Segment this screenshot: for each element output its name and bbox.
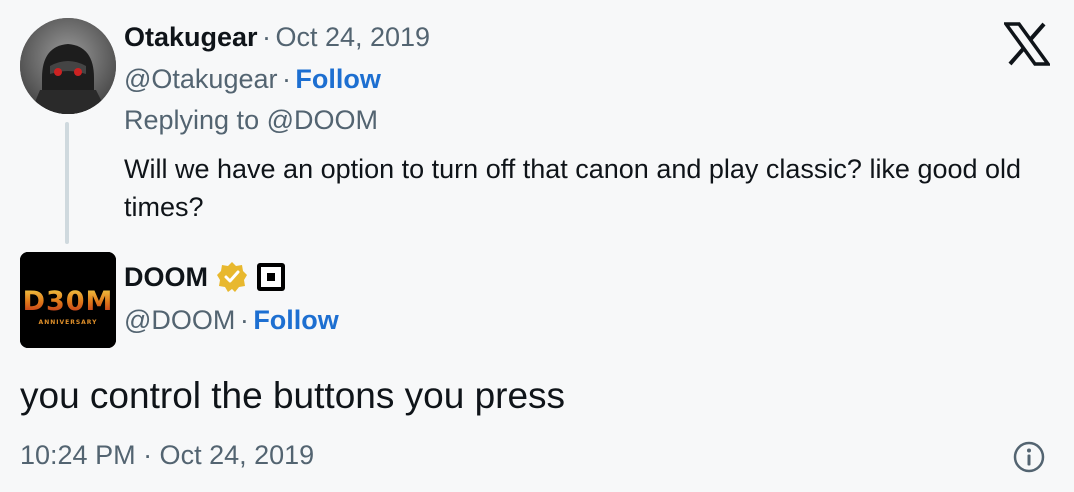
info-icon[interactable] <box>1012 440 1046 474</box>
doom-avatar-subtext: ANNIVERSARY <box>39 319 98 326</box>
parent-handle[interactable]: @Otakugear <box>124 64 277 94</box>
doom-avatar[interactable]: D30M ANNIVERSARY <box>20 252 116 348</box>
reply-header: DOOM <box>124 261 286 293</box>
parent-date[interactable]: Oct 24, 2019 <box>275 22 430 52</box>
reply-author-name[interactable]: DOOM <box>124 262 208 293</box>
separator-dot: · <box>281 64 291 94</box>
affiliate-square-icon[interactable] <box>256 262 286 292</box>
reply-tweet-text: you control the buttons you press <box>20 375 566 416</box>
follow-doom-button[interactable]: Follow <box>253 305 338 335</box>
parent-author-name[interactable]: Otakugear <box>124 22 258 52</box>
thread-connector <box>65 122 69 244</box>
x-logo-icon[interactable] <box>1002 22 1052 66</box>
separator-dot: · <box>239 305 249 335</box>
parent-handle-row: @Otakugear · Follow <box>124 64 381 95</box>
separator-dot: · <box>262 22 272 52</box>
replying-to: Replying to @DOOM <box>124 105 378 135</box>
doom-avatar-logo-text: D30M <box>23 286 114 317</box>
otakugear-avatar[interactable] <box>20 18 116 114</box>
parent-tweet-text: Will we have an option to turn off that … <box>124 154 1022 222</box>
reply-handle[interactable]: @DOOM <box>124 305 235 335</box>
reply-handle-row: @DOOM · Follow <box>124 305 339 336</box>
follow-otakugear-button[interactable]: Follow <box>295 64 380 94</box>
parent-header: Otakugear · Oct 24, 2019 <box>124 22 430 53</box>
verified-badge-icon <box>216 261 248 293</box>
reply-timestamp[interactable]: 10:24 PM · Oct 24, 2019 <box>20 440 314 471</box>
